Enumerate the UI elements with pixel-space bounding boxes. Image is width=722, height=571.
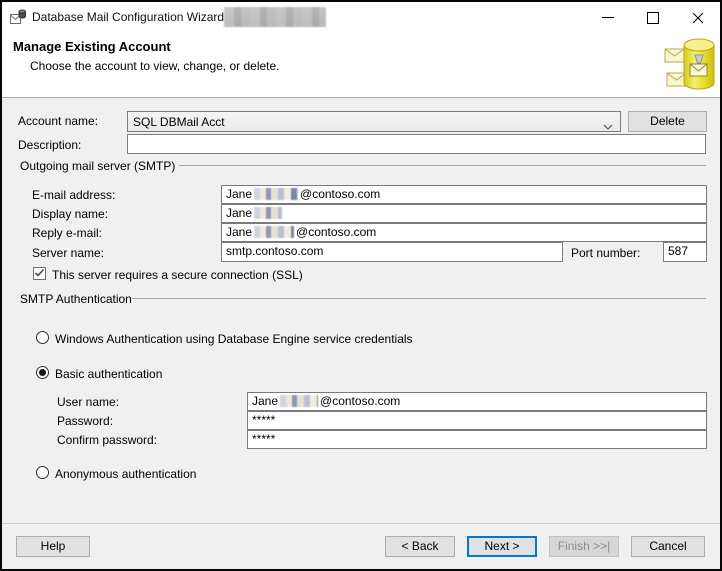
footer-separator [2,523,720,524]
server-name-field[interactable]: smtp.contoso.com [221,242,563,262]
anonymous-auth-label[interactable]: Anonymous authentication [55,467,196,481]
next-button[interactable]: Next > [467,536,537,557]
basic-auth-radio[interactable] [36,366,49,379]
server-name-label: Server name: [32,246,104,260]
page-title: Manage Existing Account [13,39,171,54]
smtp-group-line [179,165,706,166]
display-name-field[interactable]: Jane [221,204,707,223]
display-prefix: Jane [226,206,252,220]
smtp-group-label: Outgoing mail server (SMTP) [20,159,175,173]
chevron-down-icon [603,119,613,133]
minimize-icon[interactable] [594,5,622,30]
auth-group-line [132,298,706,299]
username-suffix: @contoso.com [320,394,400,408]
redacted-title-text [224,7,326,27]
port-number-label: Port number: [571,246,640,260]
redacted-text [254,188,298,200]
window-title: Database Mail Configuration Wizard [32,10,224,24]
checkmark-icon [34,268,45,278]
help-button[interactable]: Help [16,536,90,557]
username-prefix: Jane [252,394,278,408]
redacted-text [254,226,294,238]
ssl-checkbox[interactable] [33,267,46,280]
confirm-password-field[interactable]: ***** [247,430,707,449]
database-mail-app-icon [10,9,26,25]
dialog-window: Database Mail Configuration Wizard Manag… [0,0,722,571]
reply-suffix: @contoso.com [296,225,376,239]
display-name-label: Display name: [32,207,108,221]
windows-auth-radio[interactable] [36,331,49,344]
redacted-text [280,395,318,407]
description-field[interactable] [127,134,706,154]
cancel-button[interactable]: Cancel [631,536,705,557]
database-mail-icon [664,35,716,93]
account-name-value: SQL DBMail Acct [133,115,225,129]
confirm-password-label: Confirm password: [57,433,157,447]
password-field[interactable]: ***** [247,411,707,430]
email-address-label: E-mail address: [32,188,115,202]
description-label: Description: [18,138,81,152]
wizard-header: Manage Existing Account Choose the accou… [2,33,720,98]
email-prefix: Jane [226,187,252,201]
delete-button[interactable]: Delete [628,111,707,132]
email-address-field[interactable]: Jane @contoso.com [221,185,707,204]
account-name-combobox[interactable]: SQL DBMail Acct [127,111,621,132]
basic-auth-label[interactable]: Basic authentication [55,367,162,381]
ssl-checkbox-label[interactable]: This server requires a secure connection… [52,268,303,282]
finish-button: Finish >>| [549,536,619,557]
auth-group-label: SMTP Authentication [20,292,132,306]
password-label: Password: [57,414,113,428]
page-subtitle: Choose the account to view, change, or d… [30,59,280,73]
back-button[interactable]: < Back [385,536,455,557]
email-suffix: @contoso.com [300,187,380,201]
reply-email-label: Reply e-mail: [32,226,102,240]
user-name-label: User name: [57,395,119,409]
anonymous-auth-radio[interactable] [36,466,49,479]
windows-auth-label[interactable]: Windows Authentication using Database En… [55,332,413,346]
account-name-label: Account name: [18,114,98,128]
titlebar: Database Mail Configuration Wizard [2,2,720,34]
reply-email-field[interactable]: Jane @contoso.com [221,223,707,242]
port-number-field[interactable]: 587 [663,242,707,262]
redacted-text [254,207,282,219]
user-name-field[interactable]: Jane @contoso.com [247,392,707,411]
maximize-icon[interactable] [639,5,667,30]
reply-prefix: Jane [226,225,252,239]
close-icon[interactable] [684,5,712,30]
